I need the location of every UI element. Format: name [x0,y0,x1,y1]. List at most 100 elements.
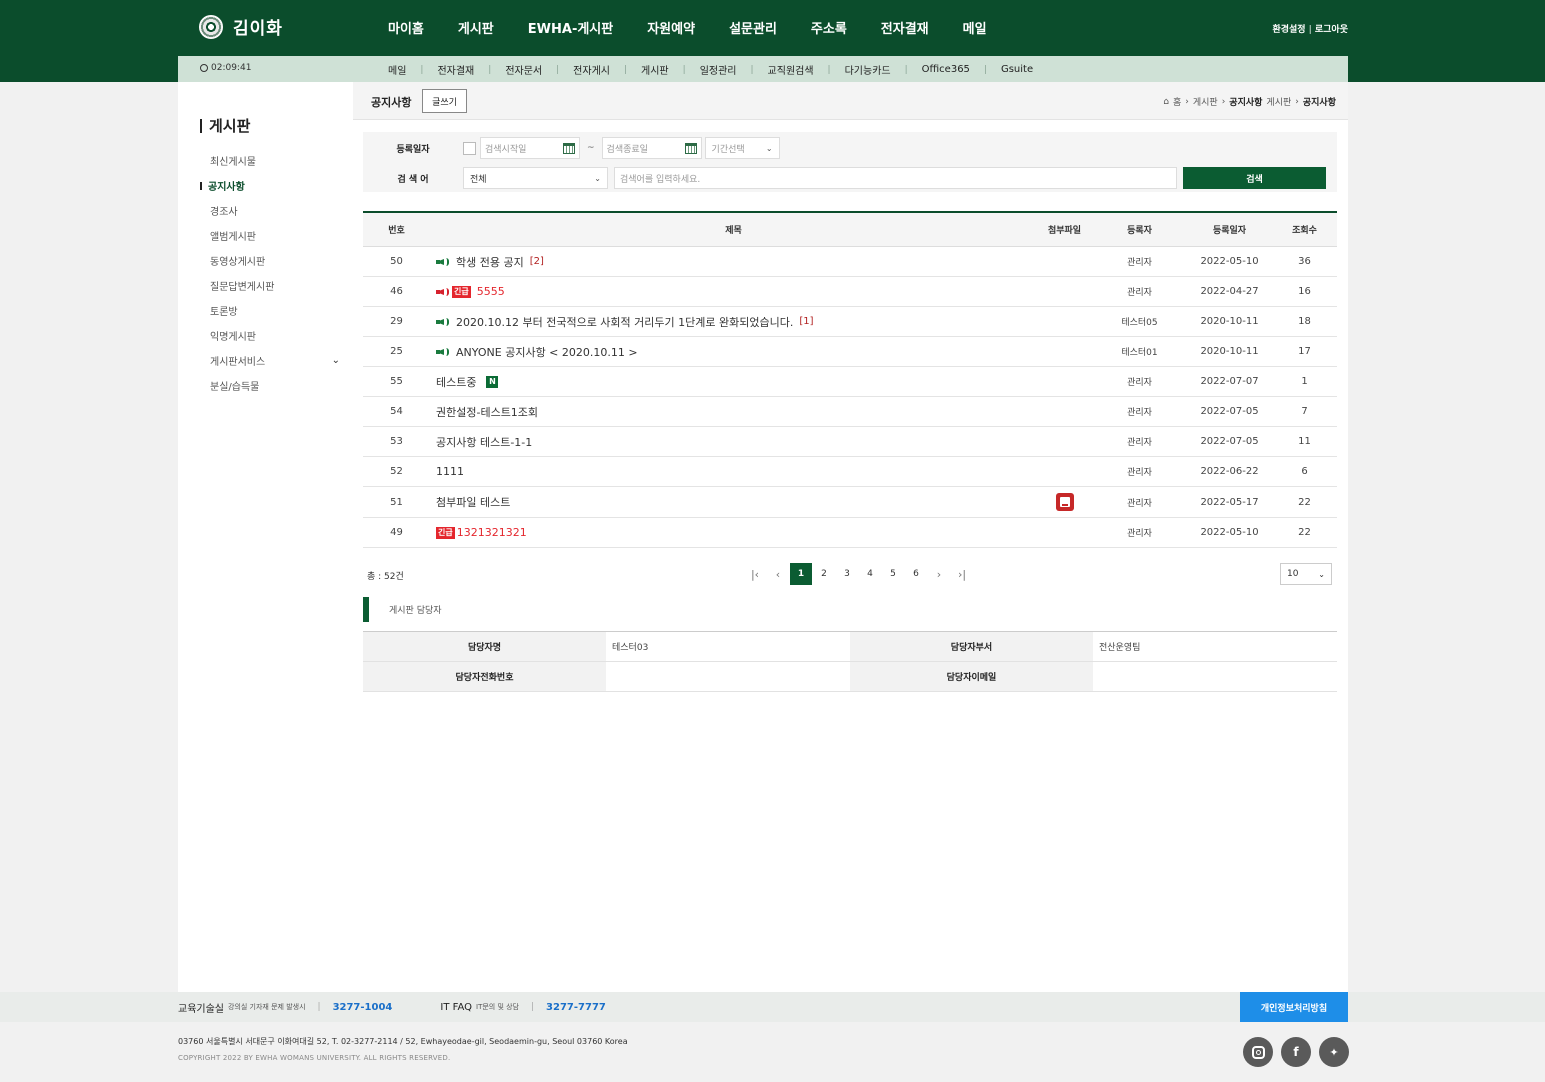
user-name: 김이화 [233,19,283,39]
facebook-icon[interactable]: f [1281,1037,1311,1067]
megaphone-icon [436,317,450,327]
footer-copyright: COPYRIGHT 2022 BY EWHA WOMANS UNIVERSITY… [178,1054,451,1062]
write-button[interactable]: 글쓰기 [422,89,467,113]
quick-link-posting[interactable]: 전자게시 [573,62,610,77]
date-checkbox[interactable] [463,141,476,155]
page-button[interactable]: 2 [813,563,835,585]
breadcrumb-current: 공지사항 [1302,98,1336,108]
first-page-icon[interactable]: |‹ [744,563,766,585]
util-divider: | [1308,25,1312,35]
page-button[interactable]: 3 [836,563,858,585]
quick-link-document[interactable]: 전자문서 [505,62,542,77]
end-date-input[interactable]: 검색종료일 [601,137,702,159]
session-timer: 02:09:41 [200,63,251,73]
manager-section-title: 게시판 담당자 [363,597,442,622]
gnb-item-address[interactable]: 주소록 [811,18,847,37]
lnb-item-album[interactable]: 앨범게시판 [200,223,340,248]
table-row[interactable]: 53 공지사항 테스트-1-1 관리자 2022-07-05 11 [363,427,1337,457]
breadcrumb-home[interactable]: 홈 [1173,95,1181,108]
table-row[interactable]: 55 테스트중 N 관리자 2022-07-07 1 [363,367,1337,397]
university-emblem-icon [199,14,223,39]
privacy-policy-button[interactable]: 개인정보처리방침 [1240,992,1348,1022]
new-badge: N [486,375,499,388]
scope-select[interactable]: 전체 ⌄ [463,167,608,189]
table-row[interactable]: 54 권한설정-테스트1조회 관리자 2022-07-05 7 [363,397,1337,427]
gnb-item-ewha-board[interactable]: EWHA-게시판 [528,18,613,37]
total-count: 총 : 52건 [367,572,404,582]
megaphone-icon [436,287,450,297]
twitter-icon[interactable]: ✦ [1319,1037,1349,1067]
start-date-input[interactable]: 검색시작일 [480,137,580,159]
gnb-item-resource[interactable]: 자원예약 [647,18,695,37]
pdf-file-icon[interactable] [1055,493,1074,511]
calendar-icon[interactable] [684,142,697,154]
lnb-item-board-service[interactable]: 게시판서비스 ⌄ [200,348,340,373]
last-page-icon[interactable]: ›| [951,563,973,585]
gnb-item-approval[interactable]: 전자결재 [881,18,929,37]
quick-link-staff-search[interactable]: 교직원검색 [768,62,814,77]
prev-page-icon[interactable]: ‹ [767,563,789,585]
lnb-item-latest[interactable]: 최신게시물 [200,148,340,173]
lnb-item-qna[interactable]: 질문답변게시판 [200,273,340,298]
lnb-item-notice[interactable]: 공지사항 [200,173,340,198]
breadcrumb-notice-board[interactable]: 공지사항 [1229,95,1262,108]
quick-link-schedule[interactable]: 일정관리 [700,62,737,77]
breadcrumb: ⌂ 홈 › 게시판 › 공지사항 게시판 › 공지사항 [1163,95,1336,109]
edu-phone[interactable]: 3277-1004 [333,1002,393,1013]
megaphone-icon [436,257,450,267]
page-button[interactable]: 4 [859,563,881,585]
table-row[interactable]: 25 ANYONE 공지사항 < 2020.10.11 > 테스터01 2020… [363,337,1337,367]
it-phone[interactable]: 3277-7777 [546,1002,606,1013]
footer-address: 03760 서울특별시 서대문구 이화여대길 52, T. 02-3277-21… [178,1037,628,1046]
clock-icon [200,64,208,72]
table-row[interactable]: 46 긴급 5555 관리자 2022-04-27 16 [363,277,1337,307]
logout-link[interactable]: 로그아웃 [1315,25,1348,35]
table-row[interactable]: 50 학생 전용 공지 [2] 관리자 2022-05-10 36 [363,247,1337,277]
chevron-down-icon: ⌄ [765,143,773,153]
page-button[interactable]: 6 [905,563,927,585]
quick-menu-bar: 02:09:41 메일 | 전자결재 | 전자문서 | 전자게시 | 게시판 | 일정관리… [178,56,1348,82]
social-links: f ✦ [1243,1037,1349,1067]
breadcrumb-board[interactable]: 게시판 [1193,95,1218,108]
manager-row: 담당자명 테스터03 담당자부서 전산운영팀 [363,632,1337,662]
gnb-item-survey[interactable]: 설문관리 [729,18,777,37]
search-panel: 등록일자 검색시작일 ~ 검색종료일 기간선택 ⌄ 검 색 어 전체 ⌄ 검색어… [363,132,1337,192]
chevron-down-icon[interactable]: ⌄ [332,355,340,366]
lnb-item-condolence[interactable]: 경조사 [200,198,340,223]
page-button[interactable]: 5 [882,563,904,585]
lnb-item-discussion[interactable]: 토론방 [200,298,340,323]
page-size-select[interactable]: 10 ⌄ [1280,563,1332,585]
period-select[interactable]: 기간선택 ⌄ [704,137,780,159]
pagination: |‹ ‹ 1 2 3 4 5 6 › ›| [744,563,974,585]
quick-link-board[interactable]: 게시판 [641,62,669,77]
lnb-item-lost-found[interactable]: 분실/습득물 [200,373,340,398]
gnb-item-myhome[interactable]: 마이홈 [388,18,424,37]
lnb-item-video[interactable]: 동영상게시판 [200,248,340,273]
quick-link-office365[interactable]: Office365 [922,64,970,75]
calendar-icon[interactable] [563,142,575,154]
quick-link-mail[interactable]: 메일 [388,62,406,77]
gnb-item-board[interactable]: 게시판 [458,18,494,37]
next-page-icon[interactable]: › [928,563,950,585]
instagram-icon[interactable] [1243,1037,1273,1067]
quick-link-card[interactable]: 다기능카드 [845,62,891,77]
search-button[interactable]: 검색 [1183,167,1326,189]
table-row[interactable]: 49 긴급 1321321321 관리자 2022-05-10 22 [363,518,1337,548]
table-row[interactable]: 51 첨부파일 테스트 관리자 2022-05-17 22 [363,487,1337,518]
logo[interactable]: 김이화 [199,14,283,39]
lnb-menu: 최신게시물 공지사항 경조사 앨범게시판 동영상게시판 질문답변게시판 토론방 … [200,148,340,398]
table-row[interactable]: 52 1111 관리자 2022-06-22 6 [363,457,1337,487]
keyword-input[interactable]: 검색어를 입력하세요. [614,167,1177,189]
lnb-title: 게시판 [200,115,250,136]
settings-link[interactable]: 환경설정 [1272,25,1305,35]
page-button[interactable]: 1 [790,563,812,585]
chevron-down-icon: ⌄ [1318,569,1325,579]
gnb-item-mail[interactable]: 메일 [963,18,987,37]
quick-link-gsuite[interactable]: Gsuite [1001,64,1033,75]
quick-link-approval[interactable]: 전자결재 [437,62,474,77]
home-icon[interactable]: ⌂ [1163,97,1169,107]
table-header: 번호 제목 첨부파일 등록자 등록일자 조회수 [363,213,1337,247]
lnb-item-anonymous[interactable]: 익명게시판 [200,323,340,348]
table-row[interactable]: 29 2020.10.12 부터 전국적으로 사회적 거리두기 1단계로 완화되… [363,307,1337,337]
page-title: 공지사항 [371,96,412,109]
